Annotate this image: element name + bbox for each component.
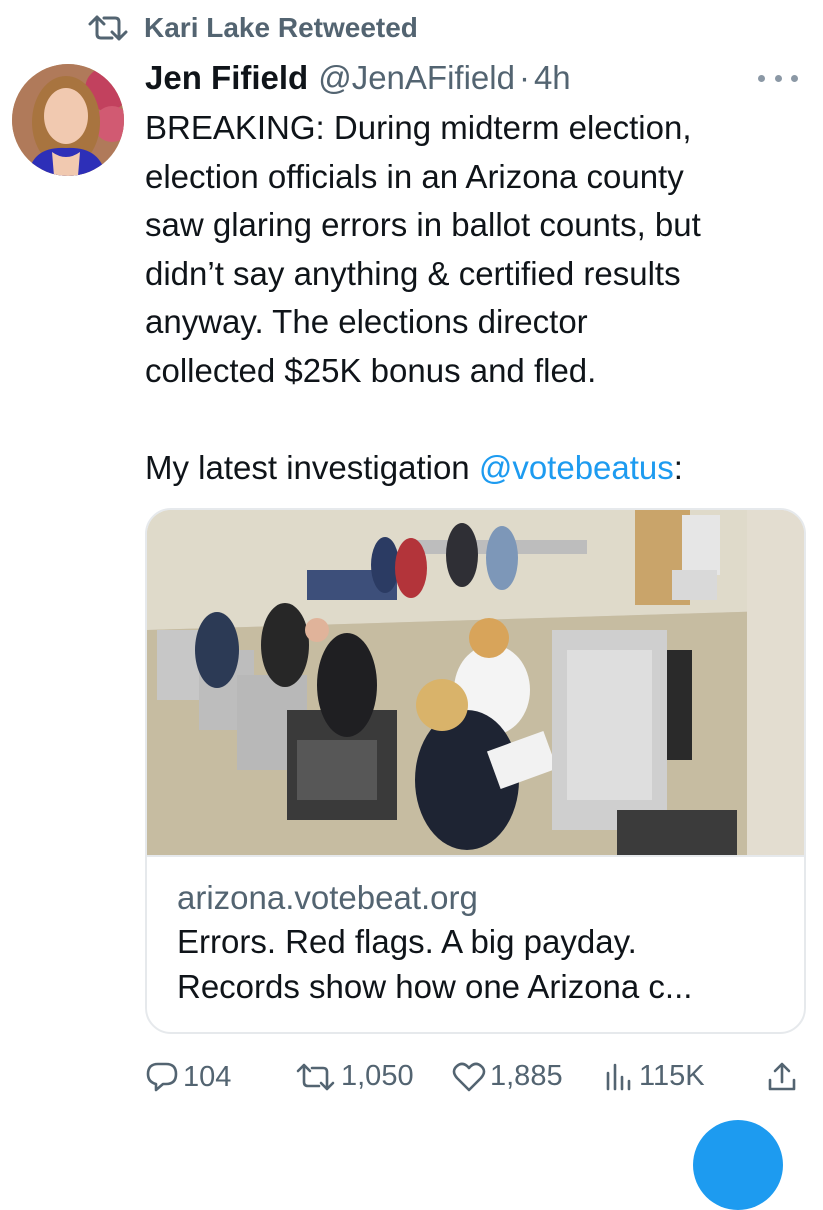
retweet-count: 1,050 — [341, 1060, 414, 1092]
retweet-button[interactable]: 1,050 — [295, 1060, 414, 1093]
card-image[interactable] — [147, 510, 804, 857]
more-icon[interactable] — [758, 66, 798, 90]
author-line: Jen Fifield @JenAFifield · 4h — [145, 52, 810, 104]
mention-link[interactable]: @votebeatus — [479, 449, 674, 486]
tweet-timestamp[interactable]: 4h — [534, 59, 571, 97]
card-meta: arizona.votebeat.org Errors. Red flags. … — [147, 857, 804, 1009]
card-title: Errors. Red flags. A big payday. Records… — [177, 923, 693, 1005]
avatar[interactable] — [12, 64, 124, 176]
retweet-header[interactable]: Kari Lake Retweeted — [88, 8, 418, 48]
compose-button[interactable] — [693, 1120, 783, 1210]
share-button[interactable] — [765, 1060, 803, 1094]
views-count: 115K — [639, 1060, 705, 1092]
card-domain: arizona.votebeat.org — [177, 879, 478, 916]
like-count: 1,885 — [490, 1060, 563, 1092]
like-button[interactable]: 1,885 — [452, 1060, 563, 1093]
tweet-text-colon: : — [673, 448, 683, 486]
retweet-icon — [296, 1063, 335, 1090]
retweet-icon — [88, 13, 128, 43]
retweet-label: Kari Lake Retweeted — [144, 12, 418, 43]
views-icon — [606, 1063, 631, 1090]
author-handle[interactable]: @JenAFifield — [318, 59, 515, 97]
reply-icon — [146, 1062, 178, 1092]
author-separator: · — [518, 59, 530, 96]
like-icon — [452, 1062, 486, 1091]
link-card[interactable]: arizona.votebeat.org Errors. Red flags. … — [145, 508, 806, 1034]
tweet-body[interactable]: Jen Fifield @JenAFifield · 4h BREAKING: … — [145, 52, 810, 492]
reply-count: 104 — [183, 1060, 232, 1093]
tweet-text-investigation: My latest investigation — [145, 448, 479, 486]
author-name[interactable]: Jen Fifield — [145, 59, 308, 97]
views-button[interactable]: 115K — [603, 1060, 705, 1093]
tweet-text-main: BREAKING: During midterm election, elect… — [145, 109, 701, 389]
reply-button[interactable]: 104 — [145, 1060, 231, 1094]
tweet-actions: 104 1,050 1,885 115K — [145, 1052, 810, 1102]
share-icon — [768, 1062, 796, 1091]
tweet-text: BREAKING: During midterm election, elect… — [145, 104, 810, 492]
